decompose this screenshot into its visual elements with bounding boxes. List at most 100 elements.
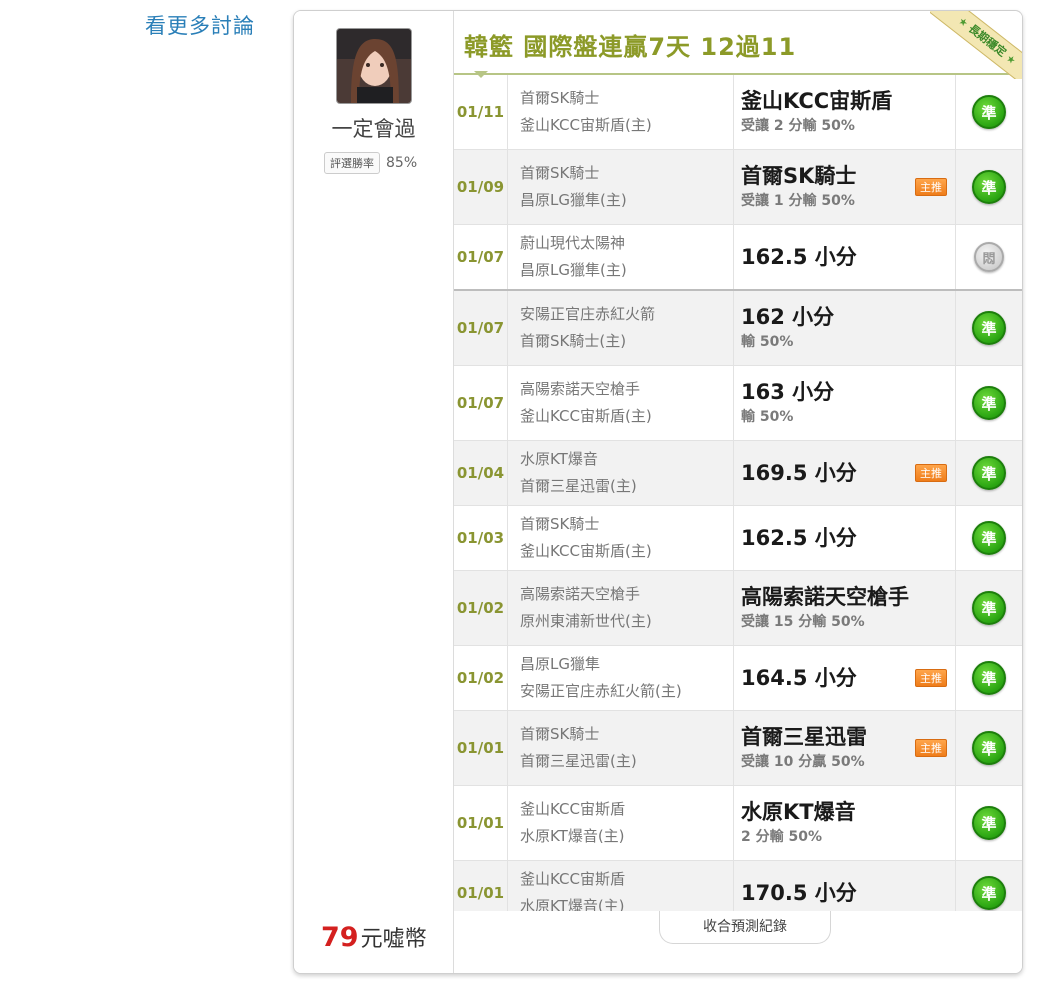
pick-main: 高陽索諾天空槍手 (741, 585, 909, 609)
price-unit: 元噓幣 (360, 927, 427, 952)
result-badge-icon: 準 (972, 806, 1006, 840)
table-row: 01/09 首爾SK騎士 昌原LG獵隼(主) 首爾SK騎士 受讓 1 分輸 50% 主推準 (454, 150, 1022, 225)
pick-detail: 2 分輸 50% (741, 829, 822, 845)
game-date: 01/07 (454, 225, 508, 289)
home-team: 釜山KCC宙斯盾(主) (520, 542, 652, 560)
result-badge-icon: 準 (972, 386, 1006, 420)
away-team: 首爾SK騎士 (520, 164, 600, 182)
pick-cell: 162.5 小分 (734, 506, 956, 570)
home-team: 安陽正官庄赤紅火箭(主) (520, 682, 682, 700)
result-badge-icon: 準 (972, 661, 1006, 695)
table-row: 01/02 高陽索諾天空槍手 原州東浦新世代(主) 高陽索諾天空槍手 受讓 15 分輸 … (454, 571, 1022, 646)
away-team: 首爾SK騎士 (520, 725, 600, 743)
home-team: 釜山KCC宙斯盾(主) (520, 407, 652, 425)
table-row: 01/03 首爾SK騎士 釜山KCC宙斯盾(主) 162.5 小分準 (454, 506, 1022, 571)
matchup: 首爾SK騎士 昌原LG獵隼(主) (508, 150, 734, 224)
result-cell: 準 (956, 75, 1022, 149)
result-cell: 準 (956, 291, 1022, 365)
matchup: 安陽正官庄赤紅火箭 首爾SK騎士(主) (508, 291, 734, 365)
result-badge-icon: 準 (972, 170, 1006, 204)
away-team: 首爾SK騎士 (520, 89, 600, 107)
pick-cell: 首爾三星迅雷 受讓 10 分贏 50% 主推 (734, 711, 956, 785)
main-pick-tag: 主推 (915, 178, 947, 196)
away-team: 首爾SK騎士 (520, 515, 600, 533)
home-team: 首爾三星迅雷(主) (520, 752, 637, 770)
home-team: 首爾三星迅雷(主) (520, 477, 637, 495)
pick-cell: 高陽索諾天空槍手受讓 15 分輸 50% (734, 571, 956, 645)
table-row: 01/02 昌原LG獵隼 安陽正官庄赤紅火箭(主) 164.5 小分 主推準 (454, 646, 1022, 711)
matchup: 首爾SK騎士釜山KCC宙斯盾(主) (508, 506, 734, 570)
table-row: 01/07 蔚山現代太陽神 昌原LG獵隼(主) 162.5 小分 悶 (454, 225, 1022, 291)
table-row: 01/07 高陽索諾天空槍手 釜山KCC宙斯盾(主) 163 小分輸 50% 準 (454, 366, 1022, 441)
away-team: 高陽索諾天空槍手 (520, 380, 641, 398)
home-team: 昌原LG獵隼(主) (520, 261, 627, 279)
matchup: 首爾SK騎士釜山KCC宙斯盾(主) (508, 75, 734, 149)
result-cell: 準 (956, 711, 1022, 785)
main-pick-tag: 主推 (915, 464, 947, 482)
result-badge-icon: 準 (972, 876, 1006, 910)
pick-cell: 釜山KCC宙斯盾 受讓 2 分輸 50% (734, 75, 956, 149)
pick-cell: 首爾SK騎士 受讓 1 分輸 50% 主推 (734, 150, 956, 224)
pick-detail: 輸 50% (741, 409, 794, 425)
away-team: 水原KT爆音 (520, 450, 598, 468)
pick-cell: 164.5 小分 主推 (734, 646, 956, 710)
away-team: 昌原LG獵隼 (520, 655, 600, 673)
pick-cell: 162.5 小分 (734, 225, 956, 289)
pick-main: 163 小分 (741, 380, 835, 404)
card-header: 韓籃 國際盤連贏7天 12過11 ★ 長期穩定 ★ (454, 11, 1022, 79)
stable-ribbon: ★ 長期穩定 ★ (930, 11, 1022, 79)
matchup: 高陽索諾天空槍手 原州東浦新世代(主) (508, 571, 734, 645)
star-icon: ★ (1003, 52, 1018, 68)
matchup: 高陽索諾天空槍手 釜山KCC宙斯盾(主) (508, 366, 734, 440)
home-team: 原州東浦新世代(主) (520, 612, 652, 630)
star-icon: ★ (955, 15, 970, 30)
home-team: 釜山KCC宙斯盾(主) (520, 116, 652, 134)
win-rate: 評選勝率 85% (324, 152, 417, 174)
result-cell: 準 (956, 441, 1022, 505)
matchup: 釜山KCC宙斯盾 水原KT爆音(主) (508, 786, 734, 860)
more-discussion-link[interactable]: 看更多討論 (145, 10, 255, 40)
away-team: 安陽正官庄赤紅火箭 (520, 305, 656, 323)
pick-cell: 163 小分輸 50% (734, 366, 956, 440)
pick-cell: 162 小分輸 50% (734, 291, 956, 365)
matchup: 水原KT爆音首爾三星迅雷(主) (508, 441, 734, 505)
result-badge-icon: 準 (972, 456, 1006, 490)
game-date: 01/01 (454, 786, 508, 860)
card-footer: 收合預測紀錄 (454, 911, 1022, 973)
table-row: 01/07 安陽正官庄赤紅火箭 首爾SK騎士(主) 162 小分輸 50% 準 (454, 291, 1022, 366)
result-badge-icon: 準 (972, 731, 1006, 765)
collapse-records-button[interactable]: 收合預測紀錄 (659, 911, 831, 944)
away-team: 釜山KCC宙斯盾 (520, 870, 625, 888)
pick-detail: 受讓 2 分輸 50% (741, 118, 855, 134)
result-badge-icon: 準 (972, 521, 1006, 555)
card-title: 韓籃 國際盤連贏7天 12過11 (464, 33, 797, 61)
game-date: 01/09 (454, 150, 508, 224)
game-date: 01/02 (454, 571, 508, 645)
pick-detail: 輸 50% (741, 334, 794, 350)
matchup: 首爾SK騎士首爾三星迅雷(主) (508, 711, 734, 785)
avatar[interactable] (336, 28, 412, 104)
prediction-table: 01/11 首爾SK騎士 釜山KCC宙斯盾(主) 釜山KCC宙斯盾 受讓 2 分輸 50… (454, 75, 1022, 926)
price[interactable]: 79元噓幣 (321, 921, 427, 953)
price-amount: 79 (321, 922, 359, 953)
game-date: 01/01 (454, 711, 508, 785)
user-panel: 一定會過 評選勝率 85% 79元噓幣 (294, 11, 454, 973)
pick-detail: 受讓 15 分輸 50% (741, 614, 865, 630)
ribbon-corner: ★ 長期穩定 ★ (930, 11, 1022, 79)
result-cell: 準 (956, 366, 1022, 440)
result-badge-icon: 準 (972, 591, 1006, 625)
pick-main: 水原KT爆音 (741, 800, 856, 824)
table-row: 01/01 釜山KCC宙斯盾 水原KT爆音(主) 水原KT爆音 2 分輸 50% 準 (454, 786, 1022, 861)
main-pick-tag: 主推 (915, 669, 947, 687)
main-pick-tag: 主推 (915, 739, 947, 757)
game-date: 01/07 (454, 366, 508, 440)
pick-main: 162.5 小分 (741, 245, 857, 269)
away-team: 釜山KCC宙斯盾 (520, 800, 625, 818)
home-team: 首爾SK騎士(主) (520, 332, 627, 350)
matchup: 蔚山現代太陽神 昌原LG獵隼(主) (508, 225, 734, 289)
result-cell: 悶 (956, 225, 1022, 289)
prediction-card: 一定會過 評選勝率 85% 79元噓幣 韓籃 國際盤連贏7天 12過11 ★ 長… (293, 10, 1023, 974)
pick-main: 162.5 小分 (741, 526, 857, 550)
result-cell: 準 (956, 506, 1022, 570)
matchup: 昌原LG獵隼安陽正官庄赤紅火箭(主) (508, 646, 734, 710)
